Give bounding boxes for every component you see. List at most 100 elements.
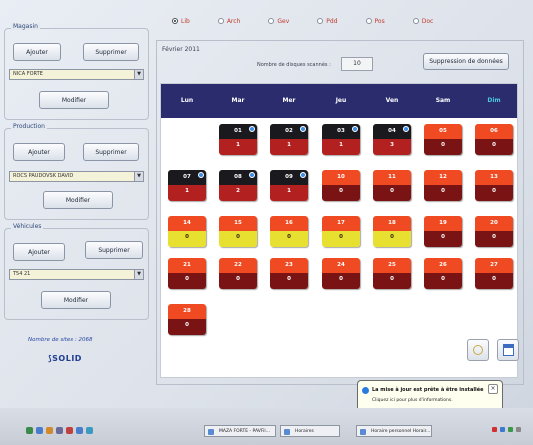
taskbar-item[interactable]: MAZA FORTE - PAVFil...: [204, 425, 276, 437]
quicklaunch-icon[interactable]: [36, 427, 43, 434]
calendar-day-cell[interactable]: 24 0: [322, 258, 360, 289]
day-count: 0: [492, 142, 496, 148]
calendar-day-cell[interactable]: 25 0: [373, 258, 411, 289]
info-icon[interactable]: [352, 126, 358, 132]
quicklaunch-icon[interactable]: [26, 427, 33, 434]
calendar-button[interactable]: [497, 339, 519, 361]
quicklaunch-icon[interactable]: [56, 427, 63, 434]
filter-radio-1[interactable]: Arch: [217, 18, 240, 25]
remove-button[interactable]: Supprimer: [83, 43, 139, 61]
calendar-day-cell[interactable]: 05 0: [424, 124, 462, 155]
calendar-day-cell[interactable]: 03 1: [322, 124, 360, 155]
modify-button[interactable]: Modifier: [41, 291, 111, 309]
calendar-day-cell[interactable]: 22 0: [219, 258, 257, 289]
calendar-day-cell[interactable]: 27 0: [475, 258, 513, 289]
calendar-day-cell[interactable]: 14 0: [168, 216, 206, 247]
day-count: 1: [339, 142, 343, 148]
add-button[interactable]: Ajouter: [13, 243, 65, 261]
info-icon[interactable]: [300, 126, 306, 132]
remove-button[interactable]: Supprimer: [83, 143, 139, 161]
add-button[interactable]: Ajouter: [13, 43, 61, 61]
taskbar-item[interactable]: Horaires: [280, 425, 340, 437]
chevron-down-icon[interactable]: ▼: [134, 70, 143, 79]
vehicule-select[interactable]: T54 21 ▼: [9, 269, 144, 280]
day-count: 0: [339, 188, 343, 194]
info-icon[interactable]: [300, 172, 306, 178]
calendar-day-cell[interactable]: 16 0: [270, 216, 308, 247]
tray-icon[interactable]: [500, 427, 505, 432]
chevron-down-icon[interactable]: ▼: [134, 172, 143, 181]
day-name: Ven: [385, 97, 399, 104]
production-select[interactable]: ROCS PAUDOVSK DAVID ▼: [9, 171, 144, 182]
info-icon[interactable]: [198, 172, 204, 178]
filter-radio-2[interactable]: Gev: [268, 18, 289, 25]
calendar-day-cell[interactable]: 04 3: [373, 124, 411, 155]
radio-label: Pdd: [326, 17, 338, 25]
calendar-day-cell[interactable]: 13 0: [475, 170, 513, 201]
info-icon[interactable]: [403, 126, 409, 132]
tray-icon[interactable]: [508, 427, 513, 432]
filter-radio-4[interactable]: Pos: [365, 18, 385, 25]
calendar-day-cell[interactable]: 02 1: [270, 124, 308, 155]
calendar-day-cell[interactable]: 12 0: [424, 170, 462, 201]
radio-label: Gev: [277, 17, 290, 25]
radio-label: Lib: [181, 17, 190, 25]
calendar-day-cell[interactable]: 09 1: [270, 170, 308, 201]
add-button[interactable]: Ajouter: [13, 143, 65, 161]
settings-button[interactable]: [467, 339, 489, 361]
filter-radio-0[interactable]: Lib: [172, 18, 190, 25]
day-count: 0: [441, 142, 445, 148]
chevron-down-icon[interactable]: ▼: [134, 270, 143, 279]
radio-circle-icon[interactable]: [412, 18, 419, 24]
scan-count-field[interactable]: 10: [341, 57, 373, 71]
calendar-day-cell[interactable]: 19 0: [424, 216, 462, 247]
calendar-day-cell[interactable]: 18 0: [373, 216, 411, 247]
calendar-day-cell[interactable]: 06 0: [475, 124, 513, 155]
remove-button[interactable]: Supprimer: [85, 241, 143, 259]
day-count: 0: [441, 188, 445, 194]
tray-icon[interactable]: [516, 427, 521, 432]
taskbar-item[interactable]: Horaire personnel Horair...: [356, 425, 432, 437]
info-icon[interactable]: [249, 126, 255, 132]
calendar-day-cell[interactable]: 20 0: [475, 216, 513, 247]
info-icon[interactable]: [249, 172, 255, 178]
quicklaunch-icon[interactable]: [86, 427, 93, 434]
calendar-day-cell[interactable]: 07 1: [168, 170, 206, 201]
calendar-day-cell[interactable]: 08 2: [219, 170, 257, 201]
calendar-day-cell[interactable]: 10 0: [322, 170, 360, 201]
select-value: ROCS PAUDOVSK DAVID: [13, 173, 74, 179]
quicklaunch-icon[interactable]: [46, 427, 53, 434]
calendar-day-cell[interactable]: 21 0: [168, 258, 206, 289]
close-icon[interactable]: ×: [488, 384, 498, 394]
day-count: 0: [185, 322, 189, 328]
select-value: T54 21: [13, 271, 31, 277]
day-number: 27: [490, 262, 498, 268]
radio-circle-icon[interactable]: [365, 18, 372, 24]
day-number: 25: [388, 262, 396, 268]
tray-icon[interactable]: [492, 427, 497, 432]
radio-circle-icon[interactable]: [172, 18, 178, 24]
calendar-day-cell[interactable]: 11 0: [373, 170, 411, 201]
day-count: 0: [390, 188, 394, 194]
radio-circle-icon[interactable]: [268, 18, 275, 24]
calendar-day-cell[interactable]: 15 0: [219, 216, 257, 247]
day-count: 0: [339, 276, 343, 282]
calendar-day-cell[interactable]: 17 0: [322, 216, 360, 247]
calendar-day-cell[interactable]: 23 0: [270, 258, 308, 289]
calendar-day-cell[interactable]: 28 0: [168, 304, 206, 335]
quicklaunch-icon[interactable]: [66, 427, 73, 434]
quicklaunch-icon[interactable]: [76, 427, 83, 434]
calendar-day-cell[interactable]: 26 0: [424, 258, 462, 289]
day-number: 17: [337, 220, 345, 226]
modify-button[interactable]: Modifier: [39, 91, 109, 109]
radio-circle-icon[interactable]: [317, 18, 324, 24]
calendar-day-cell[interactable]: 01 1: [219, 124, 257, 155]
day-count: 0: [390, 234, 394, 240]
day-number: 23: [285, 262, 293, 268]
magasin-select[interactable]: NICA FORTE ▼: [9, 69, 144, 80]
radio-circle-icon[interactable]: [217, 18, 224, 24]
modify-button[interactable]: Modifier: [43, 191, 113, 209]
filter-radio-3[interactable]: Pdd: [317, 17, 338, 25]
delete-data-button[interactable]: Suppression de données: [423, 53, 509, 70]
filter-radio-5[interactable]: Doc: [412, 18, 433, 25]
